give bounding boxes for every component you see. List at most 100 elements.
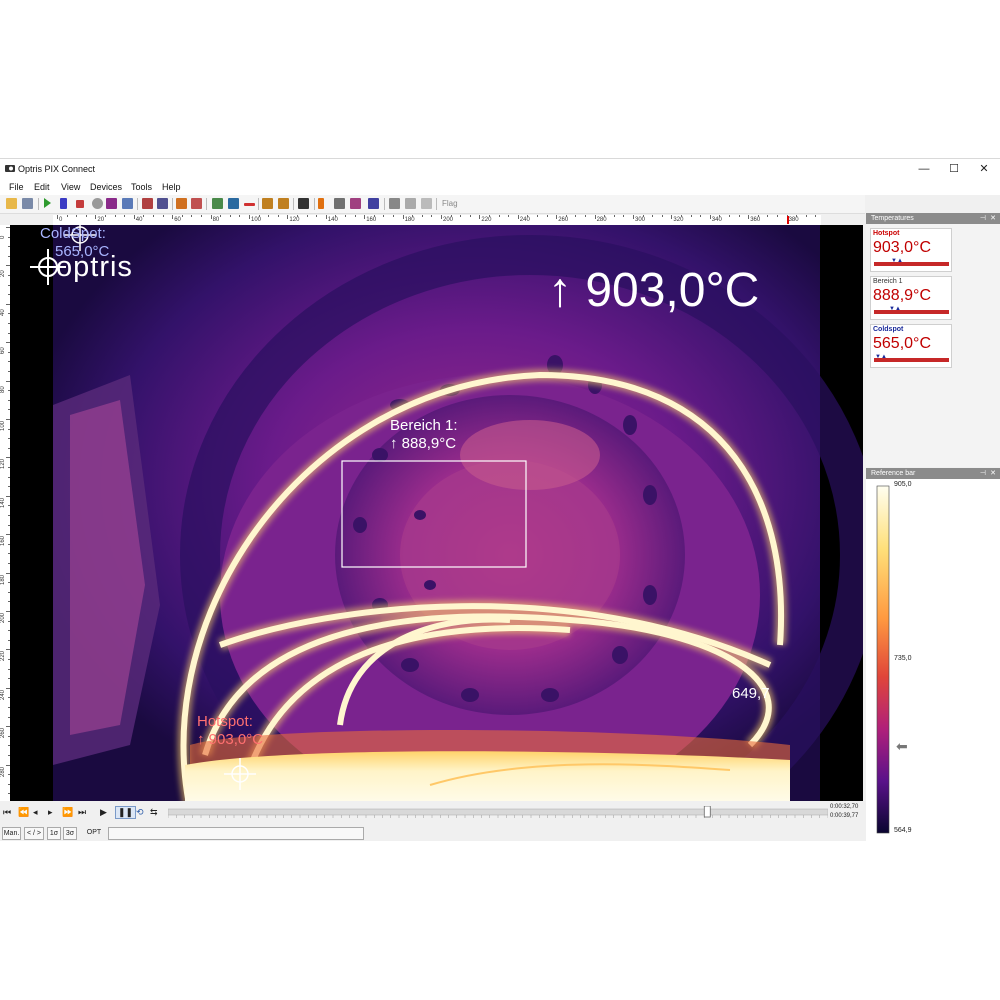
range-button[interactable]: < / > (24, 827, 44, 840)
speed-icon[interactable]: ⇆ (150, 807, 158, 818)
ruler-minor-tick (575, 215, 577, 217)
area-icon[interactable] (212, 198, 223, 209)
graph-icon[interactable] (228, 198, 239, 209)
ruler-minor-tick (585, 215, 586, 217)
temp-card-coldspot[interactable]: Coldspot 565,0°C ▼▲ (870, 324, 952, 368)
ruler-label: 220 (0, 651, 6, 662)
ruler-minor-tick (623, 215, 625, 217)
temp-card-bereich-1[interactable]: Bereich 1 888,9°C ▼▲ (870, 276, 952, 320)
line-icon[interactable] (244, 203, 255, 206)
ruler-tick (364, 215, 366, 219)
ruler-label: 320 (673, 217, 684, 223)
measure-2-icon[interactable] (278, 198, 289, 209)
thermal-image[interactable]: optris ↑ 903,0°C Bereich 1: ↑ 888,9°C Ho… (10, 225, 863, 801)
window-title: Optris PIX Connect (18, 164, 96, 174)
ruler-minor-tick (258, 215, 260, 217)
ruler-label: 140 (0, 497, 6, 508)
pause-icon[interactable] (60, 198, 67, 209)
hotspot-value: ↑ 903,0°C (197, 731, 264, 748)
hotspot-label: Hotspot: (197, 713, 253, 730)
playback-slider-thumb[interactable] (703, 806, 711, 818)
ruler-label: 360 (750, 217, 761, 223)
menu-file[interactable]: File (9, 182, 24, 192)
area-value: ↑ 888,9°C (390, 435, 457, 452)
ruler-label: 100 (0, 420, 6, 431)
ruler-minor-tick (412, 215, 414, 217)
fast-forward-icon[interactable]: ⏩ (62, 807, 73, 818)
stop-icon[interactable] (76, 200, 84, 208)
menu-help[interactable]: Help (162, 182, 181, 192)
last-frame-icon[interactable]: ⏭ (78, 807, 86, 818)
step-forward-icon[interactable]: ▸ (48, 807, 53, 818)
minimize-button[interactable]: — (910, 161, 938, 177)
play-button-icon[interactable]: ▶ (100, 807, 107, 818)
ruler-minor-tick (450, 215, 452, 217)
pen-icon[interactable] (405, 198, 416, 209)
maximize-button[interactable]: ☐ (940, 161, 968, 177)
ruler-minor-tick (661, 215, 663, 217)
rewind-icon[interactable]: ⏪ (18, 807, 29, 818)
measure-icon[interactable] (262, 198, 273, 209)
ruler-minor-tick (652, 215, 654, 217)
open-icon[interactable] (6, 198, 17, 209)
ruler-minor-tick (537, 215, 538, 217)
pause-button-icon[interactable]: ❚❚ (115, 806, 137, 819)
export-icon[interactable] (389, 198, 400, 209)
sigma1-button[interactable]: 1σ (47, 827, 61, 840)
ruler-minor-tick (316, 215, 318, 217)
close-button[interactable]: ✕ (970, 161, 998, 177)
ruler-minor-tick (690, 215, 692, 217)
ruler-minor-tick (498, 215, 500, 217)
reference-arrow-icon[interactable]: ⬅ (896, 738, 908, 755)
ruler-minor-tick (767, 215, 769, 217)
area-label: Bereich 1: (390, 417, 458, 434)
first-frame-icon[interactable]: ⏮ (3, 807, 11, 818)
copy-icon[interactable] (122, 198, 133, 209)
ruler-label: 0 (0, 235, 6, 239)
ruler-minor-tick (642, 215, 644, 217)
loop-icon[interactable]: ⟲ (136, 807, 144, 818)
palette-icon[interactable] (176, 198, 187, 209)
manual-button[interactable]: Man. (2, 827, 21, 840)
pin-icon[interactable]: ⊣ (980, 213, 986, 224)
palette-2-icon[interactable] (191, 198, 202, 209)
temperatures-panel-header: Temperatures ⊣ ✕ (866, 213, 1000, 224)
panel-close-icon[interactable]: ✕ (990, 468, 996, 479)
settings-icon[interactable] (350, 198, 361, 209)
ruler-label: 120 (0, 459, 6, 470)
ruler-minor-tick (124, 215, 126, 217)
grid-icon[interactable] (334, 198, 345, 209)
menu-edit[interactable]: Edit (34, 182, 50, 192)
camera-icon[interactable] (106, 198, 117, 209)
color-icon[interactable] (368, 198, 379, 209)
flag-button[interactable]: Flag (442, 199, 458, 208)
sigma3-button[interactable]: 3σ (63, 827, 77, 840)
layout-icon[interactable] (142, 198, 153, 209)
ruler-tick (325, 215, 327, 219)
ruler-tick (633, 215, 634, 219)
reference-color-bar (876, 485, 890, 834)
play-icon[interactable] (44, 198, 51, 208)
playback-slider[interactable] (168, 806, 828, 818)
ruler-tick (517, 215, 519, 219)
save-icon[interactable] (22, 198, 33, 209)
ruler-tick (57, 215, 58, 219)
ruler-minor-tick (729, 215, 730, 217)
brush-icon[interactable] (421, 198, 432, 209)
panel-close-icon[interactable]: ✕ (990, 213, 996, 224)
menu-tools[interactable]: Tools (131, 182, 152, 192)
menu-devices[interactable]: Devices (90, 182, 122, 192)
ruler-minor-tick (306, 215, 308, 217)
step-back-icon[interactable]: ◂ (33, 807, 38, 818)
ruler-label: 300 (635, 217, 646, 223)
reference-panel-header: Reference bar ⊣ ✕ (866, 468, 1000, 479)
ruler-label: 160 (0, 536, 6, 547)
pin-icon[interactable]: ⊣ (980, 468, 986, 479)
scale-icon[interactable] (318, 198, 324, 209)
record-icon[interactable] (92, 198, 103, 209)
tools-icon[interactable] (298, 198, 309, 209)
menu-view[interactable]: View (61, 182, 80, 192)
temp-card-hotspot[interactable]: Hotspot 903,0°C ▼▲ (870, 228, 952, 272)
ruler-tick (210, 215, 212, 219)
layout-2-icon[interactable] (157, 198, 168, 209)
